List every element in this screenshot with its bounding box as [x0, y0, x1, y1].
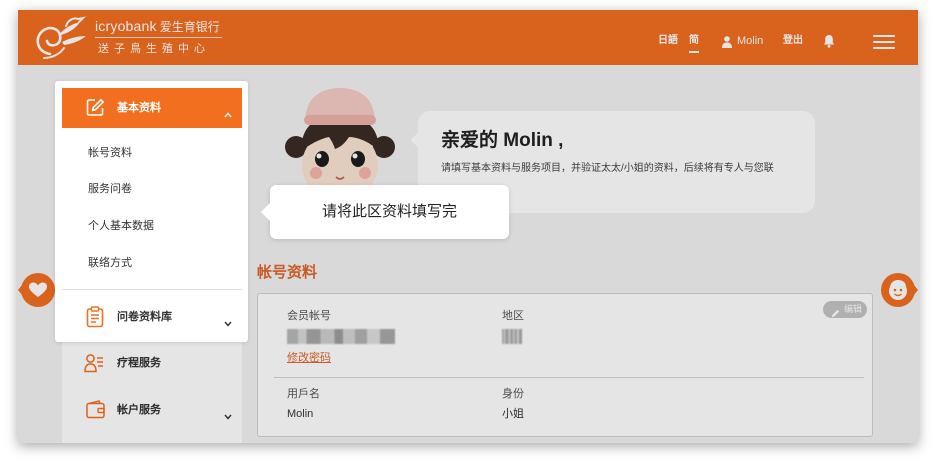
sidebar-item-label: 帐号资料: [88, 147, 132, 159]
sidebar-section-basic-info[interactable]: 基本资料: [62, 88, 242, 128]
sidebar-section-label: 问卷资料库: [117, 311, 172, 323]
app-window: icryobank 爱生育银行 送子鳥生殖中心 日語 简 Molin 登出 疗程服…: [18, 10, 918, 443]
sidebar-section-label: 基本资料: [117, 102, 161, 114]
sidebar-item-personal-data[interactable]: 个人基本数据: [62, 209, 242, 243]
sidebar-item-label: 个人基本数据: [88, 220, 154, 232]
sidebar-item-label: 服务问卷: [88, 183, 132, 195]
tooltip-arrow: [261, 203, 270, 221]
onboarding-tooltip: 请将此区资料填写完: [261, 185, 509, 239]
sidebar-item-contact[interactable]: 联络方式: [62, 246, 242, 280]
sidebar-item-service-questionnaire[interactable]: 服务问卷: [62, 172, 242, 206]
sidebar-item-account-info[interactable]: 帐号资料: [62, 136, 242, 170]
chevron-up-icon: [224, 105, 232, 118]
clipboard-icon: [86, 306, 104, 328]
edit-square-icon: [86, 98, 105, 117]
sidebar-divider: [62, 289, 242, 290]
highlighted-sidebar-panel: 基本资料 帐号资料 服务问卷 个人基本数据 联络方式 问卷资料库: [55, 81, 248, 342]
sidebar-item-label: 联络方式: [88, 257, 132, 269]
chevron-down-icon: [224, 314, 232, 327]
sidebar-section-questionnaire-library[interactable]: 问卷资料库: [62, 297, 242, 337]
tooltip-text: 请将此区资料填写完: [321, 203, 457, 220]
